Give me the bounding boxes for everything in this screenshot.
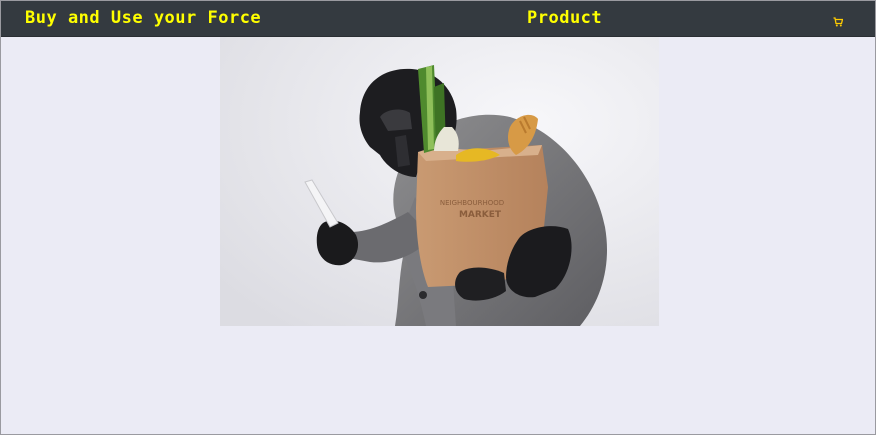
product-image: NEIGHBOURHOOD MARKET [220, 37, 659, 326]
page: Buy and Use your Force Product NEIGHBOUR… [0, 0, 876, 435]
bag-label-line2: MARKET [459, 210, 502, 220]
bag-label-line1: NEIGHBOURHOOD [440, 199, 504, 207]
navbar: Buy and Use your Force Product [1, 1, 875, 37]
page-title: Product [527, 8, 603, 28]
brand-link[interactable]: Buy and Use your Force [25, 8, 261, 28]
shopping-cart-icon[interactable] [833, 12, 844, 27]
